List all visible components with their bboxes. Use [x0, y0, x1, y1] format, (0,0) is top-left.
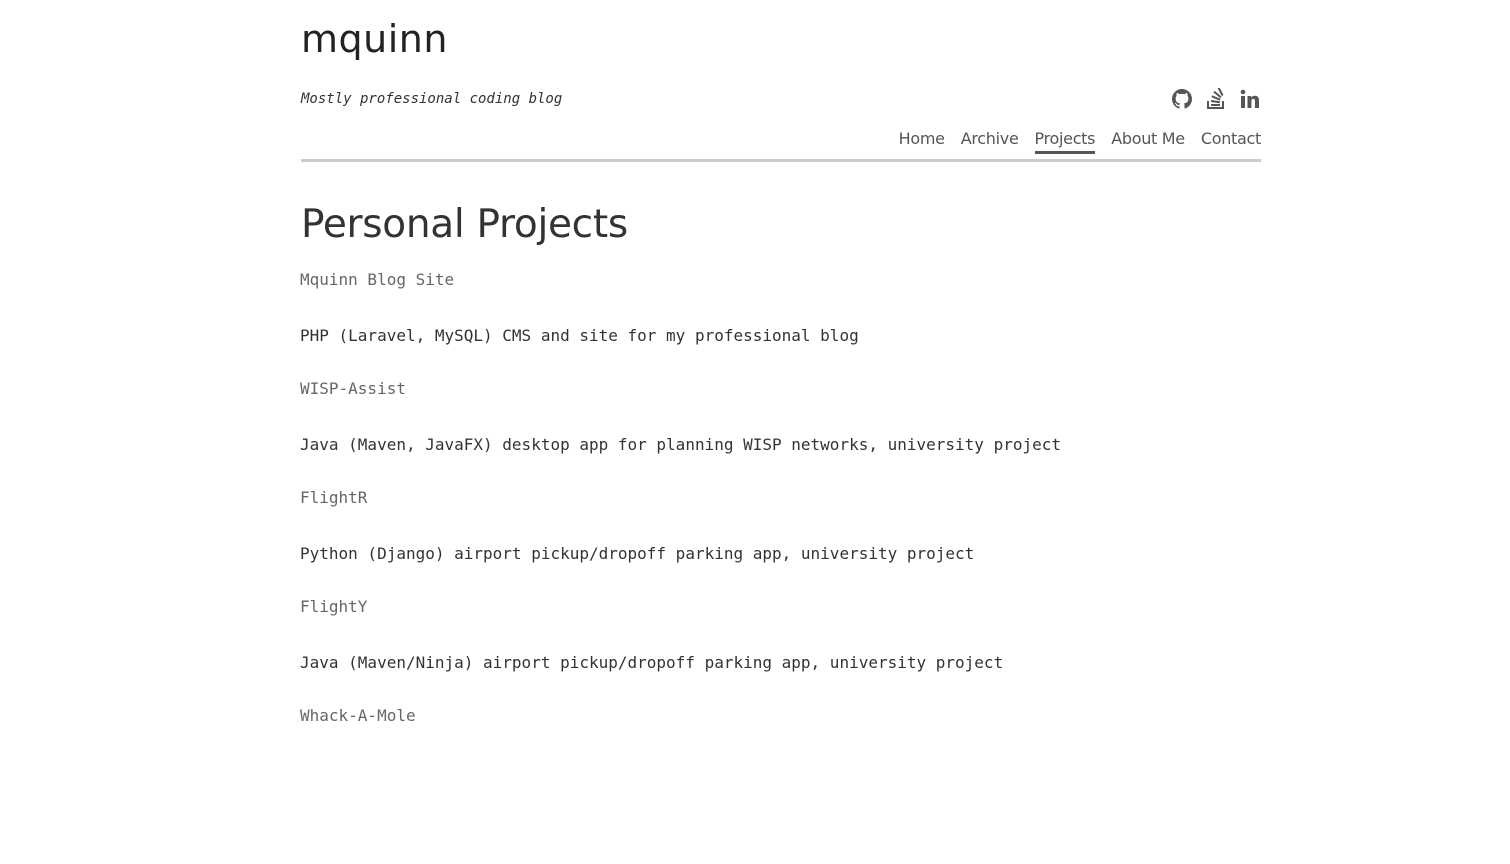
project-item: FlightR Python (Django) airport pickup/d… — [300, 486, 1260, 566]
project-link[interactable]: Whack-A-Mole — [300, 704, 1260, 728]
site-title[interactable]: mquinn — [301, 12, 448, 66]
linkedin-link[interactable] — [1239, 87, 1261, 111]
project-link[interactable]: FlightR — [300, 486, 1260, 510]
project-item: WISP-Assist Java (Maven, JavaFX) desktop… — [300, 377, 1260, 457]
linkedin-icon — [1240, 89, 1259, 108]
project-item: Mquinn Blog Site PHP (Laravel, MySQL) CM… — [300, 268, 1260, 348]
social-links — [1171, 87, 1261, 111]
site-tagline: Mostly professional coding blog — [301, 91, 563, 107]
project-item: FlightY Java (Maven/Ninja) airport picku… — [300, 595, 1260, 675]
nav-home[interactable]: Home — [899, 128, 945, 154]
project-description: PHP (Laravel, MySQL) CMS and site for my… — [300, 326, 859, 345]
github-link[interactable] — [1171, 87, 1193, 111]
project-description: Java (Maven/Ninja) airport pickup/dropof… — [300, 653, 1004, 672]
nav-contact[interactable]: Contact — [1201, 128, 1261, 154]
page-title: Personal Projects — [301, 202, 628, 247]
stackoverflow-link[interactable] — [1205, 87, 1227, 111]
project-description: Java (Maven, JavaFX) desktop app for pla… — [300, 435, 1061, 454]
project-link[interactable]: WISP-Assist — [300, 377, 1260, 401]
nav-archive[interactable]: Archive — [961, 128, 1019, 154]
project-description: Python (Django) airport pickup/dropoff p… — [300, 544, 975, 563]
main-nav: Home Archive Projects About Me Contact — [899, 128, 1261, 154]
nav-about-me[interactable]: About Me — [1111, 128, 1185, 154]
page: mquinn Mostly professional coding blog H… — [0, 0, 1510, 864]
project-item: Whack-A-Mole — [300, 704, 1260, 728]
project-link[interactable]: FlightY — [300, 595, 1260, 619]
nav-projects[interactable]: Projects — [1034, 128, 1096, 154]
stackoverflow-icon — [1207, 88, 1224, 109]
github-icon — [1172, 89, 1192, 109]
header-divider — [301, 159, 1261, 162]
project-list: Mquinn Blog Site PHP (Laravel, MySQL) CM… — [300, 268, 1260, 760]
project-link[interactable]: Mquinn Blog Site — [300, 268, 1260, 292]
